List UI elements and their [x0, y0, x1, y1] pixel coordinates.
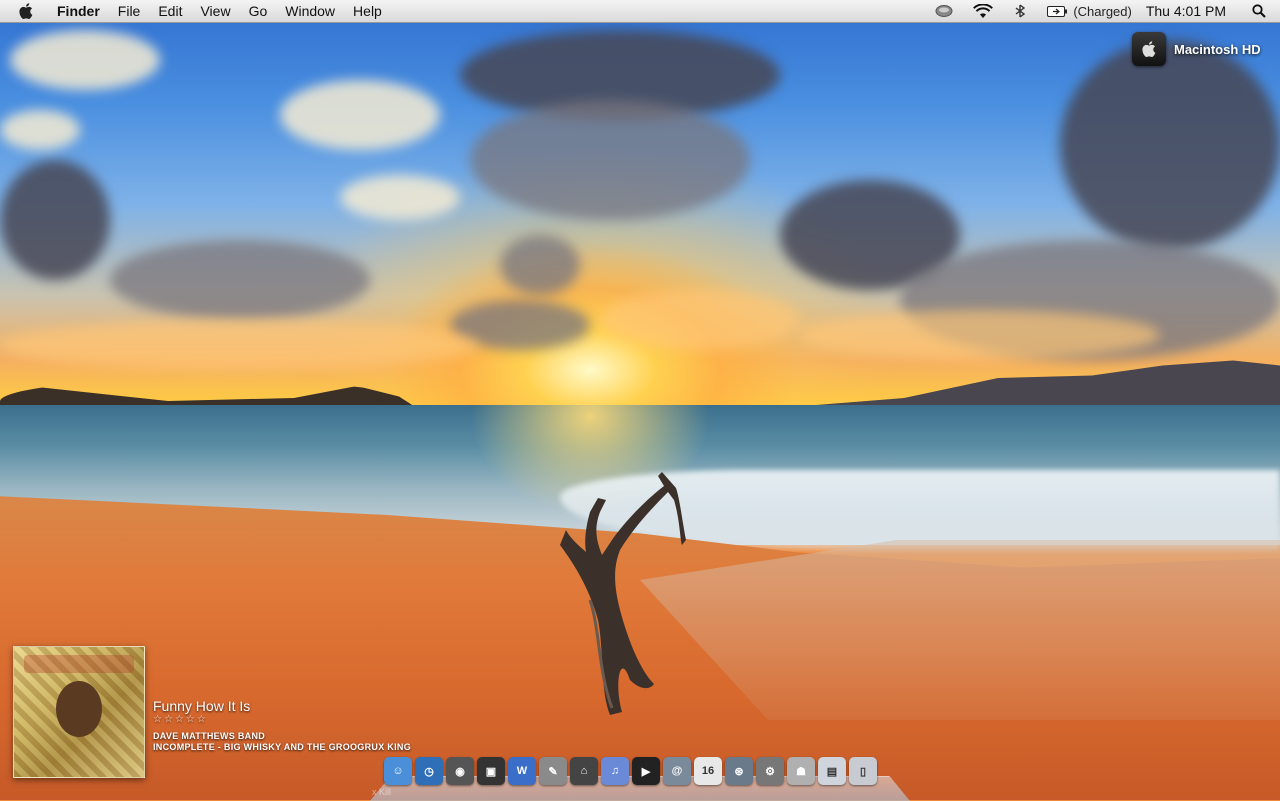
menu-go[interactable]: Go [240, 0, 277, 22]
dock-item-glyph: ⌂ [580, 765, 588, 777]
battery-status-text[interactable]: (Charged) [1073, 4, 1132, 19]
dock-item-glyph: ♫ [610, 765, 620, 777]
track-artist: DAVE MATTHEWS BAND [153, 731, 266, 741]
album-artwork[interactable] [13, 646, 145, 778]
track-title: Funny How It Is [153, 698, 251, 714]
time-machine-icon[interactable] [935, 4, 953, 18]
dock-item-glyph: ☗ [796, 765, 806, 778]
now-playing-widget [13, 646, 145, 778]
bluetooth-icon[interactable] [1013, 4, 1027, 18]
dvd-player-dock-icon[interactable]: ▶ [632, 757, 660, 785]
hard-drive-label[interactable]: Macintosh HD [1174, 42, 1261, 57]
dock-item-glyph: ☺ [392, 765, 404, 777]
script-editor-dock-icon[interactable]: ✎ [539, 757, 567, 785]
dock-item-glyph: ⊛ [734, 765, 744, 778]
album-art-title-shape [24, 655, 134, 673]
camera-dock-icon[interactable]: ◉ [446, 757, 474, 785]
menu-file[interactable]: File [109, 0, 150, 22]
trash-dock-icon[interactable]: ▯ [849, 757, 877, 785]
dock-item-glyph: 16 [701, 765, 715, 777]
battery-icon[interactable] [1047, 5, 1068, 17]
word-dock-icon[interactable]: W [508, 757, 536, 785]
track-album: INCOMPLETE - BIG WHISKY AND THE GROOGRUX… [153, 742, 412, 752]
menu-window[interactable]: Window [276, 0, 344, 22]
hard-drive-icon[interactable] [1132, 32, 1166, 66]
dock-item-glyph: ⚙ [765, 765, 775, 778]
dock: ☺ ◷ ◉ ▣ W ✎ ⌂ ♫ ▶ @16 ⊛ ⚙ ☗ ▤ ▯ [384, 757, 877, 785]
robot-dock-icon[interactable]: ☗ [787, 757, 815, 785]
dock-item-glyph: ▣ [485, 765, 497, 778]
dock-item-glyph: ▯ [859, 765, 867, 778]
wifi-icon[interactable] [973, 3, 994, 19]
desktop-icon-macintosh-hd[interactable]: Macintosh HD [1132, 32, 1261, 66]
menu-extras: (Charged) Thu 4:01 PM [925, 0, 1280, 22]
spotlight-search-icon[interactable] [1252, 4, 1266, 18]
dock-item-glyph: ▤ [826, 765, 838, 778]
menu-edit[interactable]: Edit [149, 0, 191, 22]
track-rating[interactable]: ☆☆☆☆☆ [153, 714, 411, 725]
finder-dock-icon[interactable]: ☺ [384, 757, 412, 785]
album-art-figure [56, 681, 102, 737]
apple-menu-icon[interactable] [16, 0, 36, 22]
menu-bar: Finder File Edit View Go Window Help (Ch… [0, 0, 1280, 23]
dock-reflection-text: x Kill [372, 787, 392, 797]
menu-clock[interactable]: Thu 4:01 PM [1146, 3, 1226, 19]
docs-folder-dock-icon[interactable]: ▤ [818, 757, 846, 785]
menu-view[interactable]: View [191, 0, 239, 22]
dock-item-glyph: W [516, 765, 528, 777]
system-preferences-dock-icon[interactable]: ⚙ [756, 757, 784, 785]
now-playing-info: Funny How It Is ☆☆☆☆☆ DAVE MATTHEWS BAND… [153, 698, 411, 753]
dock-item-glyph: @ [671, 765, 683, 777]
mail-dock-icon[interactable]: @ [663, 757, 691, 785]
app-menu-finder[interactable]: Finder [48, 0, 109, 22]
menu-help[interactable]: Help [344, 0, 391, 22]
calendar-dock-icon[interactable]: 16 [694, 757, 722, 785]
itunes-dock-icon[interactable]: ♫ [601, 757, 629, 785]
trash-recycle-dock-icon[interactable]: ⊛ [725, 757, 753, 785]
dock-item-glyph: ▶ [641, 765, 651, 778]
safari-dock-icon[interactable]: ◷ [415, 757, 443, 785]
dock-item-glyph: ✎ [548, 765, 558, 778]
dock-item-glyph: ◉ [455, 765, 465, 778]
preview-dock-icon[interactable]: ▣ [477, 757, 505, 785]
desktop[interactable] [0, 0, 1280, 800]
dock-item-glyph: ◷ [424, 765, 434, 778]
driftwood [560, 472, 686, 715]
birdhouse-dock-icon[interactable]: ⌂ [570, 757, 598, 785]
